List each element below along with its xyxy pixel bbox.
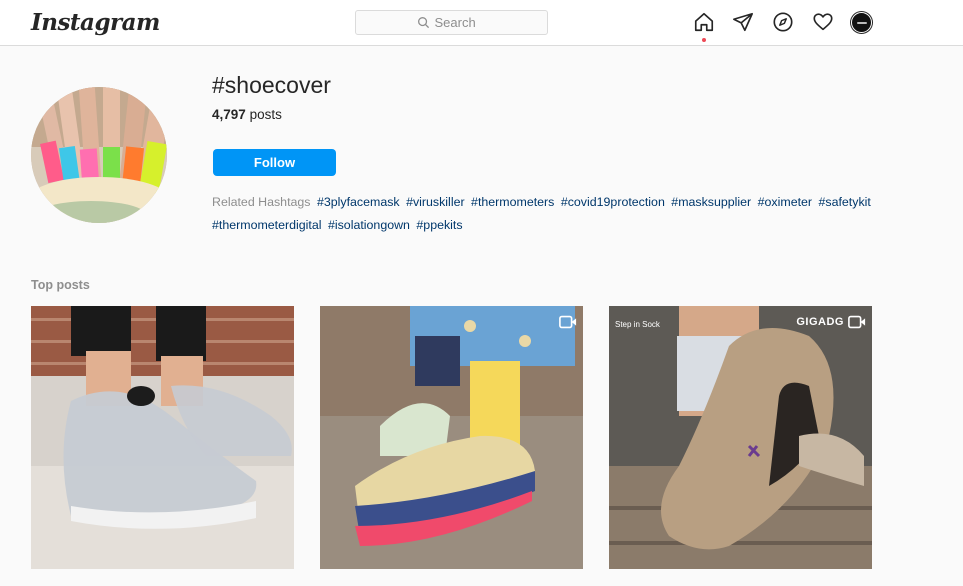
- related-hashtag-link[interactable]: #covid19protection: [561, 195, 665, 209]
- explore-icon[interactable]: [772, 11, 794, 33]
- video-icon: [559, 315, 577, 329]
- related-hashtag-link[interactable]: #masksupplier: [671, 195, 751, 209]
- related-hashtag-link[interactable]: #viruskiller: [406, 195, 465, 209]
- related-hashtag-link[interactable]: #isolationgown: [328, 218, 410, 232]
- search-icon: [417, 17, 429, 29]
- direct-icon[interactable]: [732, 11, 754, 33]
- related-hashtag-link[interactable]: #safetykit: [819, 195, 871, 209]
- related-hashtag-link[interactable]: #ppekits: [416, 218, 462, 232]
- notification-dot: [702, 38, 706, 42]
- related-hashtags: Related Hashtags #3plyfacemask #viruskil…: [212, 191, 957, 237]
- top-posts-heading: Top posts: [31, 278, 90, 292]
- top-post-2[interactable]: [320, 306, 583, 569]
- instagram-logo[interactable]: Instagram: [31, 9, 160, 36]
- post-count: 4,797 posts: [212, 107, 282, 122]
- search-input[interactable]: [434, 15, 487, 30]
- related-hashtag-link[interactable]: #oximeter: [758, 195, 812, 209]
- post-image: [31, 306, 294, 569]
- related-hashtag-link[interactable]: #thermometerdigital: [212, 218, 322, 232]
- hashtag-profile-image: [31, 87, 167, 223]
- home-icon[interactable]: [693, 11, 715, 33]
- post-count-label: posts: [249, 107, 282, 122]
- top-post-3[interactable]: Step in Sock GIGADG: [609, 306, 872, 569]
- post-image: [609, 306, 872, 569]
- search-box[interactable]: [355, 10, 548, 35]
- post-count-value: 4,797: [212, 107, 246, 122]
- top-post-1[interactable]: [31, 306, 294, 569]
- related-hashtag-link[interactable]: #3plyfacemask: [317, 195, 400, 209]
- related-hashtags-label: Related Hashtags: [212, 195, 311, 209]
- post-image: [320, 306, 583, 569]
- activity-heart-icon[interactable]: [812, 11, 834, 33]
- follow-button[interactable]: Follow: [213, 149, 336, 176]
- video-icon: [848, 315, 866, 329]
- related-hashtag-link[interactable]: #thermometers: [471, 195, 554, 209]
- profile-avatar[interactable]: [851, 12, 872, 33]
- top-navbar: Instagram: [0, 0, 963, 46]
- post-caption-overlay: Step in Sock: [615, 320, 660, 329]
- hashtag-title: #shoecover: [212, 72, 331, 98]
- brand-watermark: GIGADG: [796, 316, 844, 328]
